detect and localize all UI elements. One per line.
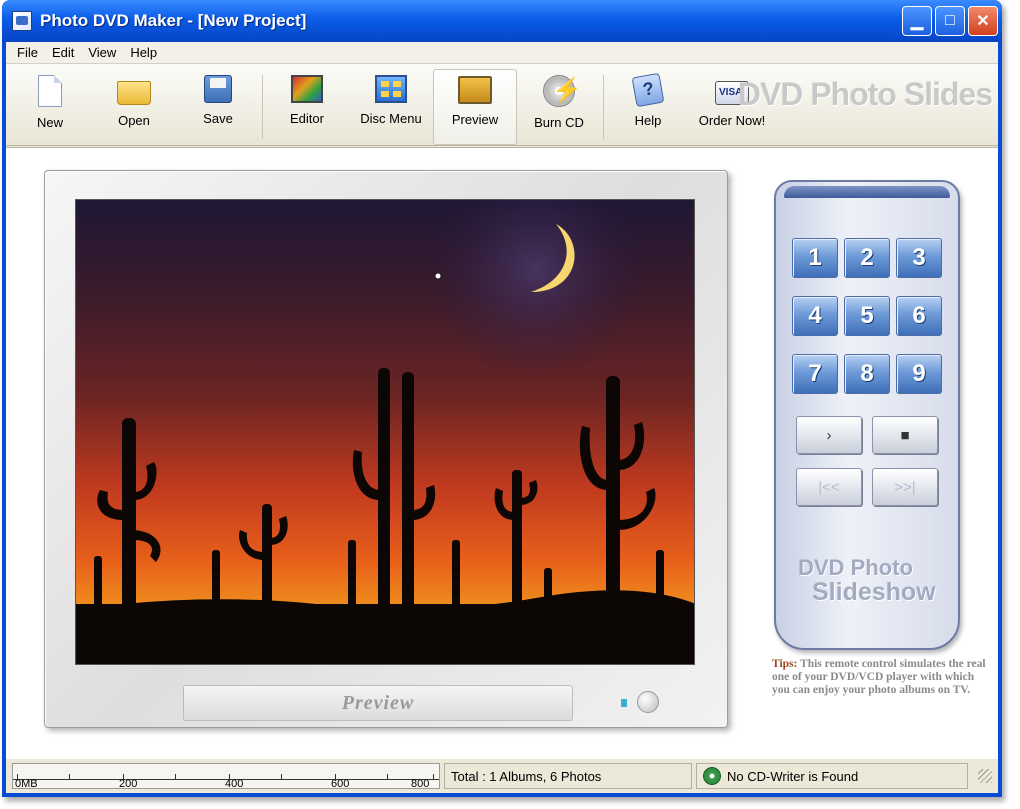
app-window: Photo DVD Maker - [New Project] ▁ □ ✕ Fi… xyxy=(2,0,1002,797)
minimize-button[interactable]: ▁ xyxy=(902,6,932,36)
cd-writer-status-text: No CD-Writer is Found xyxy=(727,768,859,784)
remote-logo-line2: Slideshow xyxy=(812,578,936,606)
editor-button[interactable]: Editor xyxy=(265,69,349,145)
next-button[interactable]: >>| xyxy=(872,468,938,506)
power-led xyxy=(621,699,627,707)
previous-button[interactable]: |<< xyxy=(796,468,862,506)
preview-button[interactable]: Preview xyxy=(433,69,517,145)
remote-key-8[interactable]: 8 xyxy=(844,354,890,394)
remote-key-1[interactable]: 1 xyxy=(792,238,838,278)
close-button[interactable]: ✕ xyxy=(968,6,998,36)
burn-cd-label: Burn CD xyxy=(534,115,584,130)
window-title: Photo DVD Maker - [New Project] xyxy=(40,11,307,30)
ruler-label-800: 800 xyxy=(411,778,430,790)
help-label: Help xyxy=(634,113,662,128)
remote-logo-line1: DVD Photo xyxy=(798,555,913,580)
disc-menu-label: Disc Menu xyxy=(360,111,422,126)
burn-cd-icon xyxy=(543,75,582,107)
menu-file[interactable]: File xyxy=(10,43,45,62)
help-icon xyxy=(631,72,665,108)
ruler-tick xyxy=(281,774,282,780)
preview-plate-label: Preview xyxy=(341,691,415,714)
open-label: Open xyxy=(118,113,150,128)
disc-menu-icon xyxy=(375,75,407,103)
remote-key-9[interactable]: 9 xyxy=(896,354,942,394)
preview-label: Preview xyxy=(451,112,499,127)
tv-monitor: Preview xyxy=(44,170,728,728)
remote-control: 1 2 3 4 5 6 7 8 9 › ■ |<< >>| DVD Photo … xyxy=(774,180,960,650)
ruler-tick xyxy=(69,774,70,780)
save-label: Save xyxy=(203,111,233,126)
open-folder-icon xyxy=(117,81,151,105)
remote-key-6[interactable]: 6 xyxy=(896,296,942,336)
save-disk-icon xyxy=(204,75,232,103)
total-status: Total : 1 Albums, 6 Photos xyxy=(444,763,692,789)
toolbar: New Open Save Editor Disc Menu Preview ⚡… xyxy=(6,64,998,146)
maximize-button[interactable]: □ xyxy=(935,6,965,36)
ruler-tick xyxy=(387,774,388,780)
tips-label: Tips: xyxy=(772,658,798,670)
previous-icon: |<< xyxy=(818,478,840,496)
remote-key-2[interactable]: 2 xyxy=(844,238,890,278)
maximize-icon: □ xyxy=(945,12,955,29)
help-button[interactable]: Help xyxy=(606,69,690,145)
remote-control-keys: › ■ |<< >>| xyxy=(796,416,938,506)
new-document-icon xyxy=(38,75,62,107)
app-icon[interactable] xyxy=(12,11,32,31)
menu-edit[interactable]: Edit xyxy=(45,43,81,62)
ruler-label-400: 400 xyxy=(225,778,244,790)
menu-view[interactable]: View xyxy=(81,43,123,62)
preview-icon xyxy=(458,76,492,104)
menu-bar: File Edit View Help xyxy=(6,42,998,64)
disc-menu-button[interactable]: Disc Menu xyxy=(349,69,433,145)
close-icon: ✕ xyxy=(976,13,990,30)
remote-key-3[interactable]: 3 xyxy=(896,238,942,278)
open-button[interactable]: Open xyxy=(92,69,176,145)
ruler-tick xyxy=(175,774,176,780)
preview-plate: Preview xyxy=(183,685,573,721)
new-button[interactable]: New xyxy=(8,69,92,145)
editor-label: Editor xyxy=(290,111,324,126)
editor-icon xyxy=(291,75,323,103)
ruler-label-200: 200 xyxy=(119,778,138,790)
save-button[interactable]: Save xyxy=(176,69,260,145)
resize-grip[interactable] xyxy=(978,769,992,783)
preview-screen xyxy=(75,199,695,665)
order-now-label: Order Now! xyxy=(698,113,766,128)
next-icon: >>| xyxy=(894,478,916,496)
ruler-tick xyxy=(433,774,434,780)
ruler-label-0: 0MB xyxy=(15,778,38,790)
remote-key-4[interactable]: 4 xyxy=(792,296,838,336)
play-button[interactable]: › xyxy=(796,416,862,454)
cd-writer-status: No CD-Writer is Found xyxy=(696,763,968,789)
stop-button[interactable]: ■ xyxy=(872,416,938,454)
photo-preview-image xyxy=(76,200,694,664)
status-bar: 0MB 200 400 600 800 Total : 1 Albums, 6 … xyxy=(6,759,998,793)
remote-logo: DVD Photo Slideshow xyxy=(798,555,936,606)
remote-key-5[interactable]: 5 xyxy=(844,296,890,336)
remote-top-strip xyxy=(784,186,950,198)
title-bar[interactable]: Photo DVD Maker - [New Project] ▁ □ ✕ xyxy=(2,0,1002,42)
tips-body: This remote control simulates the real o… xyxy=(772,658,986,696)
remote-number-keys: 1 2 3 4 5 6 7 8 9 xyxy=(792,238,942,394)
menu-help[interactable]: Help xyxy=(123,43,164,62)
new-label: New xyxy=(36,115,63,130)
minimize-icon: ▁ xyxy=(910,13,924,30)
burn-cd-button[interactable]: Burn CD xyxy=(517,69,601,145)
disc-capacity-ruler: 0MB 200 400 600 800 xyxy=(12,763,440,790)
ruler-label-600: 600 xyxy=(331,778,350,790)
preview-area: Preview 1 2 3 4 5 6 7 8 9 › ■ |<< >>| DV… xyxy=(6,147,998,759)
toolbar-separator xyxy=(262,75,263,139)
play-icon: › xyxy=(826,426,832,444)
tips-text: Tips: This remote control simulates the … xyxy=(772,658,988,697)
client-area: File Edit View Help New Open Save Editor xyxy=(6,42,998,793)
remote-key-7[interactable]: 7 xyxy=(792,354,838,394)
cd-writer-icon xyxy=(703,767,721,785)
power-button[interactable] xyxy=(637,691,659,713)
brand-watermark: DVD Photo Slides xyxy=(737,76,993,112)
toolbar-separator xyxy=(603,75,604,139)
stop-icon: ■ xyxy=(900,426,910,444)
